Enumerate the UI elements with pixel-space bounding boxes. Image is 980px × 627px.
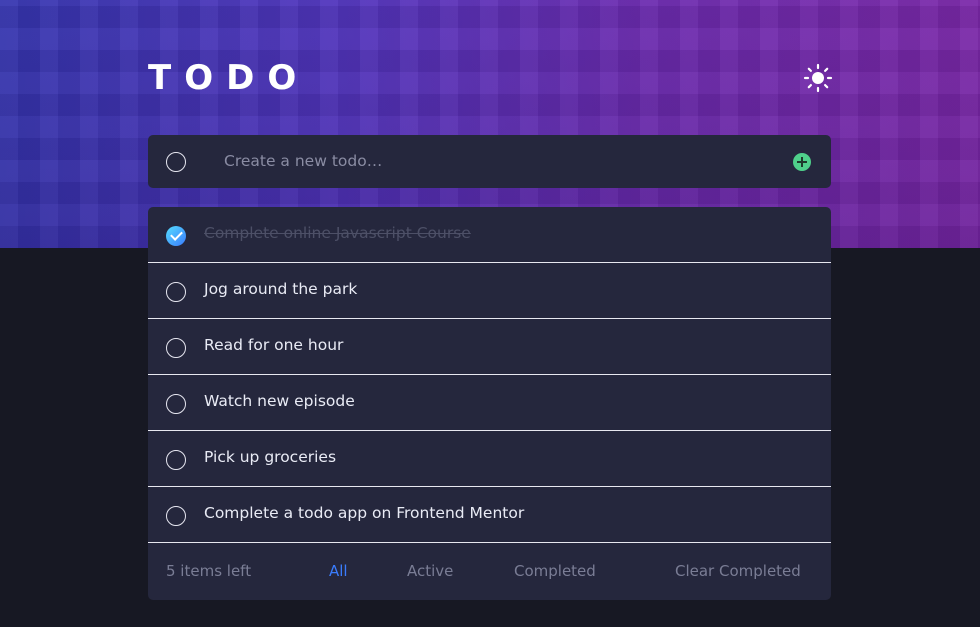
todo-checkbox[interactable] xyxy=(166,506,186,526)
app-title: TODO xyxy=(148,58,310,98)
theme-toggle-button[interactable] xyxy=(803,63,833,93)
clear-completed-button[interactable]: Clear Completed xyxy=(675,562,801,580)
todo-checkbox[interactable] xyxy=(166,450,186,470)
todo-text: Complete online Javascript Course xyxy=(204,224,471,242)
todo-text: Pick up groceries xyxy=(204,448,337,466)
todo-item[interactable]: Complete a todo app on Frontend Mentor xyxy=(148,487,831,543)
new-todo-checkbox[interactable] xyxy=(166,152,186,172)
todo-item[interactable]: Complete online Javascript Course xyxy=(148,207,831,263)
items-left-count: 5 items left xyxy=(166,562,252,580)
new-todo-input[interactable] xyxy=(224,149,784,173)
plus-icon[interactable] xyxy=(793,153,811,171)
todo-checkbox[interactable] xyxy=(166,282,186,302)
todo-text: Jog around the park xyxy=(204,280,358,298)
todo-item[interactable]: Read for one hour xyxy=(148,319,831,375)
sun-icon xyxy=(803,63,833,93)
todo-text: Complete a todo app on Frontend Mentor xyxy=(204,504,525,522)
filter-active[interactable]: Active xyxy=(407,562,453,580)
todo-item[interactable]: Pick up groceries xyxy=(148,431,831,487)
filter-completed[interactable]: Completed xyxy=(514,562,596,580)
todo-checkbox[interactable] xyxy=(166,338,186,358)
filter-all[interactable]: All xyxy=(329,562,348,580)
new-todo-bar xyxy=(148,135,831,188)
todo-text: Read for one hour xyxy=(204,336,344,354)
todo-item[interactable]: Watch new episode xyxy=(148,375,831,431)
todo-list: Complete online Javascript Course Jog ar… xyxy=(148,207,831,600)
todo-text: Watch new episode xyxy=(204,392,355,410)
todo-footer: 5 items left All Active Completed Clear … xyxy=(148,544,831,600)
todo-checkbox[interactable] xyxy=(166,394,186,414)
todo-item[interactable]: Jog around the park xyxy=(148,263,831,319)
